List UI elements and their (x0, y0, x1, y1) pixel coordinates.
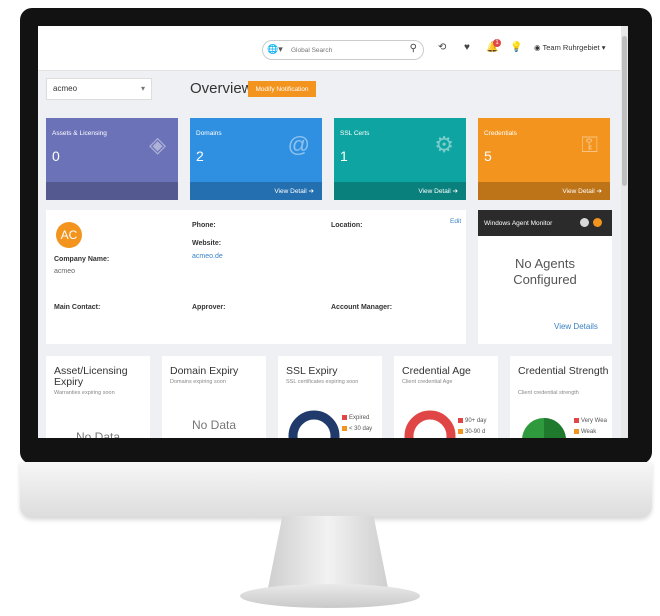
view-detail-link[interactable]: View Detail ➔ (418, 187, 458, 195)
stat-footer: View Detail ➔ (478, 182, 610, 200)
location-label: Location: (331, 222, 363, 229)
notification-badge: 1 (493, 39, 501, 47)
website-label: Website: (192, 240, 222, 247)
heart-icon[interactable]: ♥ (464, 42, 470, 53)
key-icon: ⚿ (581, 132, 598, 157)
legend-item: 30-90 d (458, 429, 485, 435)
legend-item: Weak (574, 429, 596, 435)
stat-value: 5 (484, 148, 492, 164)
no-agents-message: No Agents Configured (478, 256, 612, 288)
credential-age-card: Credential Age Client credential Age 90+… (394, 356, 498, 438)
stat-card-assets[interactable]: Assets & Licensing 0 ◈ (46, 118, 178, 200)
card-subtitle: Client credential strength (518, 390, 579, 396)
user-menu[interactable]: ◉ Team Ruhrgebiet ▾ (534, 43, 605, 52)
user-label: Team Ruhrgebiet ▾ (542, 43, 606, 52)
view-detail-link[interactable]: View Detail ➔ (562, 187, 602, 195)
account-manager-label: Account Manager: (331, 304, 393, 311)
stat-label: Credentials (484, 130, 517, 137)
donut-ring (288, 410, 340, 438)
asset-licensing-expiry-card: Asset/Licensing Expiry Warranties expiri… (46, 356, 150, 438)
no-data-text: No Data (75, 430, 121, 438)
search-input[interactable] (289, 43, 403, 58)
search-icon[interactable]: ⚲ (410, 43, 417, 54)
agent-monitor-panel: Windows Agent Monitor No Agents Configur… (478, 210, 612, 344)
view-detail-link[interactable]: View Detail ➔ (274, 187, 314, 195)
phone-label: Phone: (192, 222, 216, 229)
pie-slice (544, 418, 566, 438)
donut-ring (404, 410, 456, 438)
cubes-icon: ◈ (149, 132, 166, 157)
stat-footer (46, 182, 178, 200)
credential-strength-pie-chart (522, 418, 566, 438)
ssl-expiry-card: SSL Expiry SSL certificates expiring soo… (278, 356, 382, 438)
credential-age-donut-chart (404, 410, 456, 438)
edit-link[interactable]: Edit (450, 218, 461, 225)
company-name-value: acmeo (54, 268, 76, 275)
history-icon[interactable]: ⟲ (438, 42, 446, 53)
stat-card-credentials[interactable]: Credentials 5 ⚿ View Detail ➔ (478, 118, 610, 200)
agent-monitor-header: Windows Agent Monitor (478, 210, 612, 236)
legend-item: 90+ day (458, 418, 487, 424)
globe-dropdown-icon[interactable]: 🌐▾ (267, 44, 283, 55)
chevron-down-icon: ▾ (140, 84, 145, 93)
stat-value: 2 (196, 148, 204, 164)
card-subtitle: Domains expiring soon (170, 379, 226, 385)
credential-strength-card: Credential Strength Client credential st… (510, 356, 612, 438)
card-subtitle: Client credential Age (402, 379, 453, 385)
scrollbar[interactable] (621, 26, 628, 438)
no-agents-line1: No Agents (515, 256, 575, 271)
user-icon: ◉ (534, 43, 543, 52)
legend-item: < 30 day (342, 426, 372, 432)
screen: 🌐▾ ⚲ ⟲ ♥ 🔔 1 💡 ◉ Team Ruhrgebiet ▾ acmeo… (38, 26, 628, 438)
card-title: Credential Age (402, 365, 471, 377)
monitor-stand (268, 516, 388, 588)
card-title: Credential Strength (518, 365, 609, 377)
stat-card-domains[interactable]: Domains 2 @ View Detail ➔ (190, 118, 322, 200)
modify-notification-button[interactable]: Modify Notification (248, 81, 316, 97)
minimize-icon[interactable] (593, 218, 602, 227)
approver-label: Approver: (192, 304, 226, 311)
monitor-chin (20, 462, 652, 518)
company-info-panel: AC Company Name: acmeo Phone: Website: a… (46, 210, 466, 344)
main-contact-label: Main Contact: (54, 304, 101, 311)
website-link[interactable]: acmeo.de (192, 253, 223, 260)
gear-icon: ⚙ (434, 132, 454, 157)
scrollbar-thumb[interactable] (622, 36, 627, 186)
view-details-link[interactable]: View Details (554, 322, 598, 331)
agent-monitor-title: Windows Agent Monitor (484, 220, 553, 227)
lightbulb-icon[interactable]: 💡 (510, 42, 522, 53)
page-title: Overview (190, 80, 253, 97)
ssl-donut-chart (288, 410, 340, 438)
stat-value: 0 (52, 148, 60, 164)
company-name-label: Company Name: (54, 256, 110, 263)
top-navbar: 🌐▾ ⚲ ⟲ ♥ 🔔 1 💡 ◉ Team Ruhrgebiet ▾ (38, 26, 628, 71)
card-title: Asset/Licensing Expiry (54, 365, 128, 388)
stat-footer: View Detail ➔ (334, 182, 466, 200)
card-title: Domain Expiry (170, 365, 239, 377)
monitor-base (240, 584, 420, 608)
global-search: 🌐▾ ⚲ (262, 40, 424, 60)
domain-expiry-card: Domain Expiry Domains expiring soon No D… (162, 356, 266, 438)
avatar: AC (56, 222, 82, 248)
at-sign-icon: @ (287, 132, 310, 157)
stat-label: SSL Certs (340, 130, 370, 137)
card-title: SSL Expiry (286, 365, 338, 377)
no-agents-line2: Configured (513, 272, 577, 287)
stat-label: Assets & Licensing (52, 130, 107, 137)
no-data-text: No Data (191, 418, 237, 432)
legend-item: Very Wea (574, 418, 607, 424)
stat-value: 1 (340, 148, 348, 164)
company-select-value: acmeo (53, 84, 78, 93)
company-select[interactable]: acmeo ▾ (46, 78, 152, 100)
card-subtitle: Warranties expiring soon (54, 390, 115, 396)
legend-item: Expired (342, 415, 369, 421)
stat-footer: View Detail ➔ (190, 182, 322, 200)
card-subtitle: SSL certificates expiring soon (286, 379, 359, 385)
toggle-icon[interactable] (580, 218, 589, 227)
stat-card-ssl[interactable]: SSL Certs 1 ⚙ View Detail ➔ (334, 118, 466, 200)
stat-label: Domains (196, 130, 222, 137)
